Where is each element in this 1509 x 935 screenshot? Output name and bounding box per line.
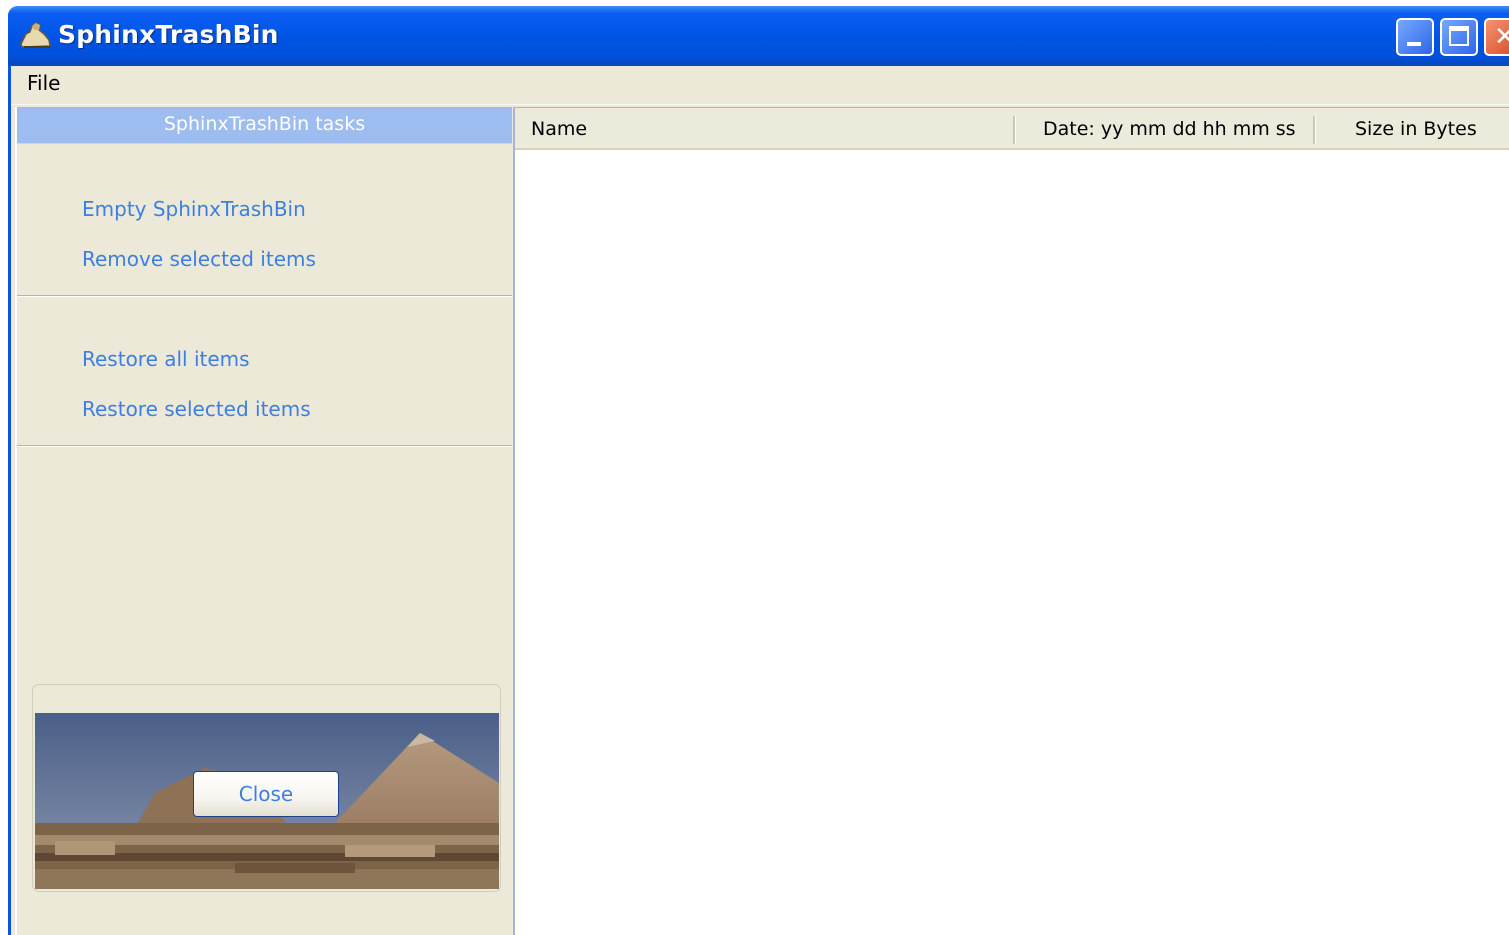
restore-selected-link[interactable]: Restore selected items <box>82 397 311 421</box>
column-header-size[interactable]: Size in Bytes <box>1313 108 1509 148</box>
column-header-name[interactable]: Name <box>515 108 1013 148</box>
empty-trash-link[interactable]: Empty SphinxTrashBin <box>82 197 306 221</box>
close-window-button[interactable]: ✕ <box>1484 18 1509 56</box>
maximize-button[interactable] <box>1440 18 1478 56</box>
sphinx-icon <box>18 20 52 50</box>
window-title: SphinxTrashBin <box>58 20 279 49</box>
menu-file[interactable]: File <box>23 71 64 95</box>
app-window: SphinxTrashBin ✕ File SphinxTrashBin tas… <box>8 6 1509 935</box>
menu-bar: File <box>11 66 1509 105</box>
task-pane: SphinxTrashBin tasks Empty SphinxTrashBi… <box>15 107 512 935</box>
task-divider <box>17 295 512 297</box>
image-panel: Close <box>32 684 501 892</box>
restore-all-link[interactable]: Restore all items <box>82 347 250 371</box>
close-icon: ✕ <box>1494 22 1509 52</box>
task-pane-header: SphinxTrashBin tasks <box>17 107 512 144</box>
list-body[interactable] <box>515 150 1509 935</box>
maximize-icon <box>1449 26 1469 46</box>
column-header-date[interactable]: Date: yy mm dd hh mm ss <box>1013 108 1313 148</box>
sphinx-pyramid-image: Close <box>35 713 499 889</box>
list-header: Name Date: yy mm dd hh mm ss Size in Byt… <box>515 108 1509 150</box>
minimize-icon <box>1407 42 1421 46</box>
task-divider <box>17 445 512 447</box>
remove-selected-link[interactable]: Remove selected items <box>82 247 316 271</box>
client-area: File SphinxTrashBin tasks Empty SphinxTr… <box>11 66 1509 935</box>
task-pane-title: SphinxTrashBin tasks <box>163 113 366 135</box>
minimize-button[interactable] <box>1396 18 1434 56</box>
trash-list-view[interactable]: Name Date: yy mm dd hh mm ss Size in Byt… <box>513 107 1509 935</box>
title-bar[interactable]: SphinxTrashBin ✕ <box>8 6 1509 66</box>
close-button[interactable]: Close <box>193 771 339 817</box>
